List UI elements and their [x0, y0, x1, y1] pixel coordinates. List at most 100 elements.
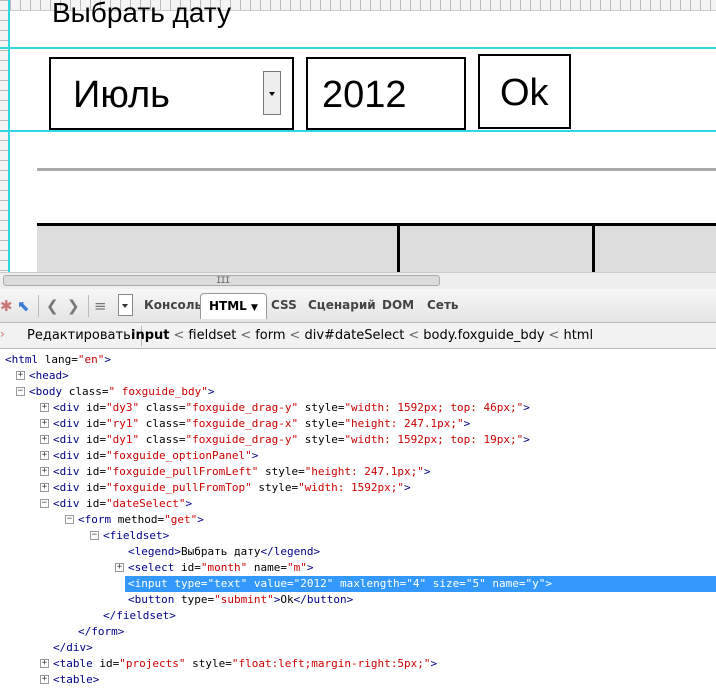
- tree-row[interactable]: <legend>Выбрать дату</legend>: [0, 544, 716, 560]
- scrollbar-thumb[interactable]: III: [3, 275, 440, 286]
- month-select[interactable]: Июль: [49, 57, 294, 130]
- attr-value[interactable]: "width: 1592px; top: 19px;": [344, 433, 523, 446]
- tree-row[interactable]: <button type="submint">Ok</button>: [0, 592, 716, 608]
- dropdown-icon[interactable]: [118, 294, 133, 316]
- attr-value[interactable]: "height: 247.1px;": [344, 417, 463, 430]
- tag-end: >: [104, 353, 111, 366]
- tree-row[interactable]: − <form method="get">: [0, 512, 716, 528]
- breadcrumb-item-input[interactable]: input: [131, 328, 170, 343]
- tree-row[interactable]: + <div id="foxguide_pullFromTop" style="…: [0, 480, 716, 496]
- attr-value[interactable]: "foxguide_drag-y": [185, 433, 298, 446]
- breadcrumb-item-dateselect[interactable]: div#dateSelect: [304, 328, 404, 343]
- horizontal-guide-line[interactable]: [0, 130, 716, 132]
- attr-value[interactable]: " foxguide_bdy": [109, 385, 208, 398]
- attr-name: class=: [68, 385, 109, 398]
- expand-icon[interactable]: +: [40, 451, 49, 460]
- attr-value[interactable]: "foxguide_pullFromLeft": [106, 465, 258, 478]
- attr-value[interactable]: "foxguide_optionPanel": [106, 449, 252, 462]
- back-icon[interactable]: ❮: [46, 297, 59, 315]
- attr-value[interactable]: "5": [466, 577, 486, 590]
- chevron-down-icon[interactable]: [263, 71, 281, 115]
- attr-value[interactable]: "get": [164, 513, 197, 526]
- tree-row[interactable]: + <div id="dy3" class="foxguide_drag-y" …: [0, 400, 716, 416]
- firebug-icon[interactable]: ✱: [0, 297, 13, 315]
- tab-net[interactable]: Сеть: [427, 298, 459, 312]
- attr-value[interactable]: "dy3": [106, 401, 139, 414]
- tree-row[interactable]: + <div id="ry1" class="foxguide_drag-x" …: [0, 416, 716, 432]
- attr-value[interactable]: "foxguide_drag-x": [185, 417, 298, 430]
- tab-html[interactable]: HTML ▼: [200, 293, 267, 319]
- attr-value[interactable]: "dateSelect": [106, 497, 185, 510]
- tree-row[interactable]: </form>: [0, 624, 716, 640]
- ok-button[interactable]: Ok: [478, 54, 571, 129]
- tree-row[interactable]: + <div id="foxguide_optionPanel">: [0, 448, 716, 464]
- attr-value[interactable]: "y": [525, 577, 545, 590]
- tab-script[interactable]: Сценарий: [308, 298, 376, 312]
- attr-value[interactable]: "height: 247.1px;": [305, 465, 424, 478]
- attr-value[interactable]: "foxguide_pullFromTop": [106, 481, 252, 494]
- tab-dom[interactable]: DOM: [382, 298, 414, 312]
- attr-value[interactable]: "4": [406, 577, 426, 590]
- attr-value[interactable]: "width: 1592px; top: 46px;": [344, 401, 523, 414]
- tree-row-selected[interactable]: <input type="text" value="2012" maxlengt…: [125, 576, 716, 592]
- attr-value[interactable]: "en": [78, 353, 105, 366]
- year-input[interactable]: 2012: [306, 57, 466, 130]
- horizontal-guide-line[interactable]: [0, 47, 716, 49]
- breadcrumb-separator: <: [289, 328, 301, 343]
- text-node[interactable]: Выбрать дату: [181, 545, 260, 558]
- collapse-icon[interactable]: −: [16, 387, 25, 396]
- attr-value[interactable]: "submint": [214, 593, 274, 606]
- horizontal-scrollbar[interactable]: III: [0, 272, 716, 289]
- collapse-icon[interactable]: −: [65, 515, 74, 524]
- tab-console[interactable]: Консоль: [144, 298, 202, 312]
- tree-row[interactable]: − <body class=" foxguide_bdy">: [0, 384, 716, 400]
- vertical-guide-line[interactable]: [8, 0, 10, 272]
- tree-row[interactable]: + <head>: [0, 368, 716, 384]
- attr-value[interactable]: "projects": [119, 657, 185, 670]
- breadcrumb-item-fieldset[interactable]: fieldset: [188, 328, 236, 343]
- expand-icon[interactable]: +: [40, 467, 49, 476]
- collapse-icon[interactable]: −: [40, 499, 49, 508]
- edit-button[interactable]: Редактировать: [17, 326, 142, 346]
- attr-value[interactable]: "text": [207, 577, 247, 590]
- list-icon[interactable]: ≡: [94, 297, 107, 315]
- tree-row[interactable]: + <div id="dy1" class="foxguide_drag-y" …: [0, 432, 716, 448]
- chevron-right-icon[interactable]: ›: [0, 327, 5, 341]
- month-select-value: Июль: [73, 74, 170, 116]
- breadcrumb-item-form[interactable]: form: [255, 328, 285, 343]
- expand-icon[interactable]: +: [40, 483, 49, 492]
- expand-icon[interactable]: +: [40, 435, 49, 444]
- attr-value[interactable]: "ry1": [106, 417, 139, 430]
- tree-row[interactable]: </fieldset>: [0, 608, 716, 624]
- expand-icon[interactable]: +: [16, 371, 25, 380]
- projects-table: [37, 223, 716, 272]
- tree-row[interactable]: + <div id="foxguide_pullFromLeft" style=…: [0, 464, 716, 480]
- tree-row[interactable]: − <div id="dateSelect">: [0, 496, 716, 512]
- attr-value[interactable]: "month": [201, 561, 247, 574]
- expand-icon[interactable]: +: [40, 675, 49, 684]
- forward-icon[interactable]: ❯: [67, 297, 80, 315]
- attr-name: class=: [139, 433, 186, 446]
- text-node[interactable]: Ok: [280, 593, 293, 606]
- attr-value[interactable]: "dy1": [106, 433, 139, 446]
- expand-icon[interactable]: +: [115, 563, 124, 572]
- breadcrumb-item-body[interactable]: body.foxguide_bdy: [423, 328, 544, 343]
- attr-value[interactable]: "2012": [294, 577, 334, 590]
- expand-icon[interactable]: +: [40, 659, 49, 668]
- tree-row[interactable]: + <table id="projects" style="float:left…: [0, 656, 716, 672]
- tree-row[interactable]: </div>: [0, 640, 716, 656]
- chevron-down-icon[interactable]: ▼: [251, 303, 258, 313]
- breadcrumb-item-html[interactable]: html: [563, 328, 593, 343]
- expand-icon[interactable]: +: [40, 419, 49, 428]
- tree-row[interactable]: <html lang="en">: [0, 352, 716, 368]
- collapse-icon[interactable]: −: [90, 531, 99, 540]
- inspect-icon[interactable]: ⬉: [17, 297, 30, 315]
- attr-value[interactable]: "m": [287, 561, 307, 574]
- tree-row[interactable]: + <select id="month" name="m">: [0, 560, 716, 576]
- tree-row[interactable]: − <fieldset>: [0, 528, 716, 544]
- attr-value[interactable]: "foxguide_drag-y": [185, 401, 298, 414]
- attr-value[interactable]: "width: 1592px;": [298, 481, 404, 494]
- attr-value[interactable]: "float:left;margin-right:5px;": [232, 657, 431, 670]
- expand-icon[interactable]: +: [40, 403, 49, 412]
- tab-css[interactable]: CSS: [271, 298, 297, 312]
